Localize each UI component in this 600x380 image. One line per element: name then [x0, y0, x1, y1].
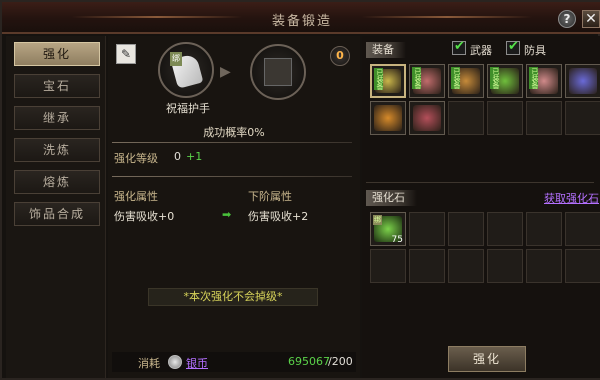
equip-cell[interactable]	[565, 64, 600, 98]
arrow-icon: ▶	[220, 64, 231, 80]
stone-grid: 绑 75	[370, 212, 600, 283]
bind-tag: 绑	[170, 52, 182, 66]
boots-2-icon	[413, 105, 441, 131]
sidebar: 强化 宝石 继承 洗炼 熔炼 饰品合成	[6, 36, 106, 378]
edit-icon[interactable]: ✎	[116, 44, 136, 64]
currency-owned: 695067	[288, 355, 330, 368]
empty-stone-cell[interactable]	[526, 212, 562, 246]
get-stone-link[interactable]: 获取强化石	[544, 190, 599, 206]
arrow-right-icon: ➡	[222, 208, 232, 221]
cost-label: 消耗	[138, 357, 160, 370]
current-attr-value: 伤害吸收+0	[114, 210, 175, 223]
empty-equip-cell[interactable]	[448, 101, 484, 135]
empty-stone-cell[interactable]	[487, 212, 523, 246]
empty-stone-cell[interactable]	[409, 212, 445, 246]
empty-stone-cell[interactable]	[565, 249, 600, 283]
silver-coin-icon	[168, 355, 182, 369]
sidebar-item-gem[interactable]: 宝石	[14, 74, 100, 98]
sidebar-item-accessory-synthesis[interactable]: 饰品合成	[14, 202, 100, 226]
empty-stone-cell[interactable]	[448, 212, 484, 246]
enhance-panel: ✎ 绑 ▶ 0 祝福护手 成功概率0% 强化等级 0 +1 强化属性 下阶属性 …	[108, 36, 360, 378]
divider	[112, 142, 352, 143]
equipped-tag: 已装备	[412, 67, 422, 89]
help-button[interactable]: ?	[558, 10, 576, 28]
empty-stone-cell[interactable]	[409, 249, 445, 283]
enhance-level-bonus: +1	[186, 150, 203, 163]
weapon-checkbox[interactable]	[452, 39, 466, 55]
armor-filter-label: 防具	[524, 44, 546, 57]
item-name: 祝福护手	[166, 102, 210, 115]
title-bar: 装备锻造 ? ✕	[2, 2, 600, 34]
equip-cell[interactable]	[370, 101, 406, 135]
equipped-tag: 已装备	[374, 68, 384, 90]
equipped-tag: 已装备	[490, 67, 500, 89]
weapon-filter-label: 武器	[470, 44, 492, 57]
currency-required: /200	[328, 355, 353, 368]
count-badge: 0	[330, 46, 350, 66]
sidebar-item-refine[interactable]: 洗炼	[14, 138, 100, 162]
no-downgrade-notice: *本次强化不会掉级*	[148, 288, 318, 306]
bind-tag: 绑	[373, 215, 382, 225]
enhance-level-label: 强化等级	[114, 152, 158, 165]
equip-cell[interactable]	[409, 101, 445, 135]
next-attr-value: 伤害吸收+2	[248, 210, 309, 223]
equip-cell[interactable]: 已装备	[487, 64, 523, 98]
armor-checkbox[interactable]	[506, 39, 520, 55]
empty-slot-icon	[264, 58, 292, 86]
equip-cell[interactable]: 已装备	[526, 64, 562, 98]
equip-cell[interactable]: 已装备	[448, 64, 484, 98]
empty-stone-cell[interactable]	[565, 212, 600, 246]
cost-bar: 消耗 银币 695067 /200	[112, 352, 356, 372]
empty-stone-cell[interactable]	[448, 249, 484, 283]
inventory-panel: 装备 武器 防具 已装备 已装备 已装备 已装备 已装备 强化石 获取强化石 绑 75 强…	[362, 36, 600, 378]
sidebar-item-enhance[interactable]: 强化	[14, 42, 100, 66]
next-attr-header: 下阶属性	[248, 190, 292, 203]
empty-equip-cell[interactable]	[487, 101, 523, 135]
equip-cell[interactable]: 已装备	[370, 64, 406, 98]
equipment-grid: 已装备 已装备 已装备 已装备 已装备	[370, 64, 600, 135]
equip-section-label: 装备	[366, 42, 406, 58]
enhance-level-value: 0	[174, 150, 181, 163]
window-title: 装备锻造	[271, 14, 332, 29]
empty-equip-cell[interactable]	[526, 101, 562, 135]
stone-section-label: 强化石	[366, 190, 417, 206]
empty-equip-cell[interactable]	[565, 101, 600, 135]
title-decoration-right	[362, 16, 532, 18]
current-attr-header: 强化属性	[114, 190, 158, 203]
stack-count: 75	[391, 235, 403, 245]
staff-icon	[569, 68, 597, 94]
empty-stone-cell[interactable]	[526, 249, 562, 283]
divider	[366, 182, 594, 183]
equipped-tag: 已装备	[451, 67, 461, 89]
equipped-tag: 已装备	[529, 67, 539, 89]
equipment-slot[interactable]: 绑	[158, 42, 214, 98]
empty-stone-cell[interactable]	[487, 249, 523, 283]
empty-stone-cell[interactable]	[370, 249, 406, 283]
sidebar-item-smelt[interactable]: 熔炼	[14, 170, 100, 194]
sidebar-item-inherit[interactable]: 继承	[14, 106, 100, 130]
bow-icon	[374, 105, 402, 131]
forging-window: 装备锻造 ? ✕ 强化 宝石 继承 洗炼 熔炼 饰品合成 ✎ 绑 ▶ 0 祝福护…	[0, 0, 600, 380]
currency-link[interactable]: 银币	[186, 355, 208, 371]
stone-cell[interactable]: 绑 75	[370, 212, 406, 246]
material-slot[interactable]	[250, 44, 306, 100]
enhance-button[interactable]: 强化	[448, 346, 526, 372]
close-button[interactable]: ✕	[582, 10, 600, 28]
equip-cell[interactable]: 已装备	[409, 64, 445, 98]
divider	[112, 176, 352, 177]
success-rate: 成功概率0%	[203, 126, 265, 139]
